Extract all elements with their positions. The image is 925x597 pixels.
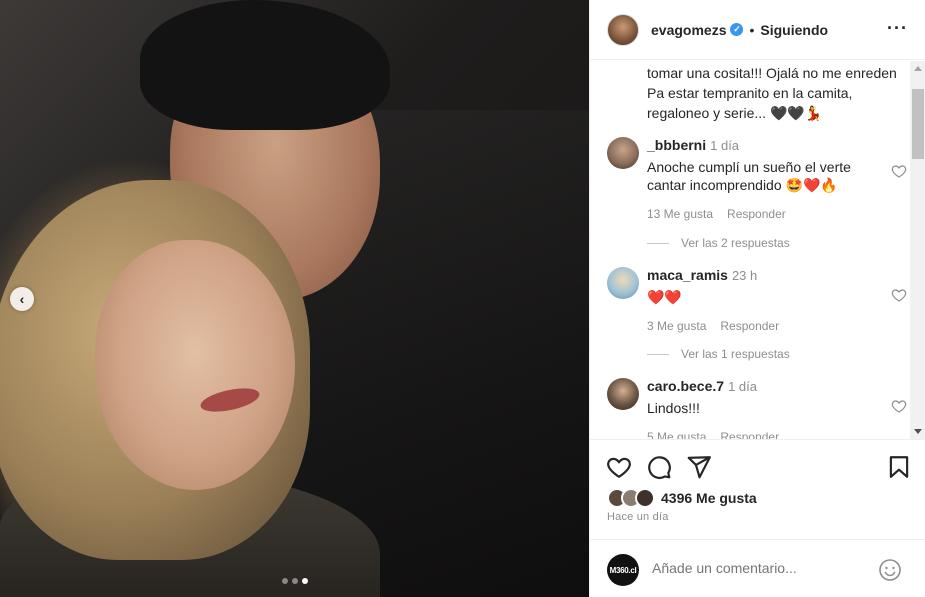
carousel-dot [292,578,298,584]
more-options-icon[interactable]: ··· [887,18,908,39]
comment-avatar[interactable] [607,267,639,299]
photo-woman-face [95,240,295,490]
following-button[interactable]: Siguiendo [760,22,828,38]
comment-text: Anoche cumplí un sueño el verte cantar i… [647,159,851,193]
scroll-up-arrow-icon[interactable] [914,66,922,71]
comment-text: Lindos!!! [647,400,700,416]
post-side-panel: evagomezs ✓ • Siguiendo ··· tomar una co… [589,0,925,597]
comment-time[interactable]: 1 día [710,138,739,153]
comment-likes[interactable]: 13 Me gusta [647,207,713,221]
add-comment-bar: M360.cl [590,539,925,597]
view-replies-button[interactable]: Ver las 2 respuestas [647,236,790,250]
comment-avatar[interactable] [607,378,639,410]
photo-man-hair [140,0,390,130]
scrollbar-thumb[interactable] [912,89,924,159]
share-send-icon[interactable] [686,454,712,480]
post-photo[interactable]: ‹ [0,0,589,597]
post-date[interactable]: Hace un día [607,511,669,523]
verified-badge-icon: ✓ [730,23,744,36]
replies-line [647,242,669,244]
carousel-prev-button[interactable]: ‹ [10,287,34,311]
comment-likes[interactable]: 5 Me gusta [647,430,706,439]
chevron-left-icon: ‹ [19,291,25,307]
replies-line [647,353,669,355]
post-actions: 4396 Me gusta Hace un día [590,439,925,539]
caption-text: tomar una cosita!!! Ojalá no me enreden … [647,65,897,121]
comment-text: ❤️❤️ [647,289,682,305]
heart-outline-icon[interactable] [891,163,907,179]
view-replies-label: Ver las 1 respuestas [681,347,790,361]
view-replies-label: Ver las 2 respuestas [681,236,790,250]
header-separator: • [749,21,755,38]
post-header: evagomezs ✓ • Siguiendo ··· [590,0,925,60]
carousel-dots [282,578,308,584]
comment-username[interactable]: _bbberni [647,137,706,153]
likes-summary[interactable]: 4396 Me gusta [607,488,757,508]
comment-username[interactable]: maca_ramis [647,267,728,283]
view-replies-button[interactable]: Ver las 1 respuestas [647,347,790,361]
heart-outline-icon[interactable] [891,398,907,414]
liker-avatar [635,488,655,508]
comment-time[interactable]: 23 h [732,268,757,283]
carousel-dot [282,578,288,584]
heart-outline-icon[interactable] [891,287,907,303]
reply-button[interactable]: Responder [727,207,786,221]
comment-bubble-icon[interactable] [646,454,672,480]
comments-scrollbar[interactable] [910,61,925,439]
save-bookmark-icon[interactable] [886,454,912,480]
comment-time[interactable]: 1 día [728,379,757,394]
current-account-avatar[interactable]: M360.cl [607,554,639,586]
comments-list[interactable]: tomar una cosita!!! Ojalá no me enreden … [590,61,910,439]
author-username[interactable]: evagomezs [651,22,726,38]
author-avatar[interactable] [607,13,639,46]
reply-button[interactable]: Responder [720,319,779,333]
comment-input[interactable] [652,560,852,576]
comment-username[interactable]: caro.bece.7 [647,378,724,394]
scroll-down-arrow-icon[interactable] [914,429,922,434]
like-heart-icon[interactable] [606,454,632,480]
carousel-dot-active [302,578,308,584]
comment-avatar[interactable] [607,137,639,169]
likes-count[interactable]: 4396 Me gusta [661,490,757,506]
comment-likes[interactable]: 3 Me gusta [647,319,706,333]
emoji-icon[interactable] [878,558,902,582]
reply-button[interactable]: Responder [720,430,779,439]
